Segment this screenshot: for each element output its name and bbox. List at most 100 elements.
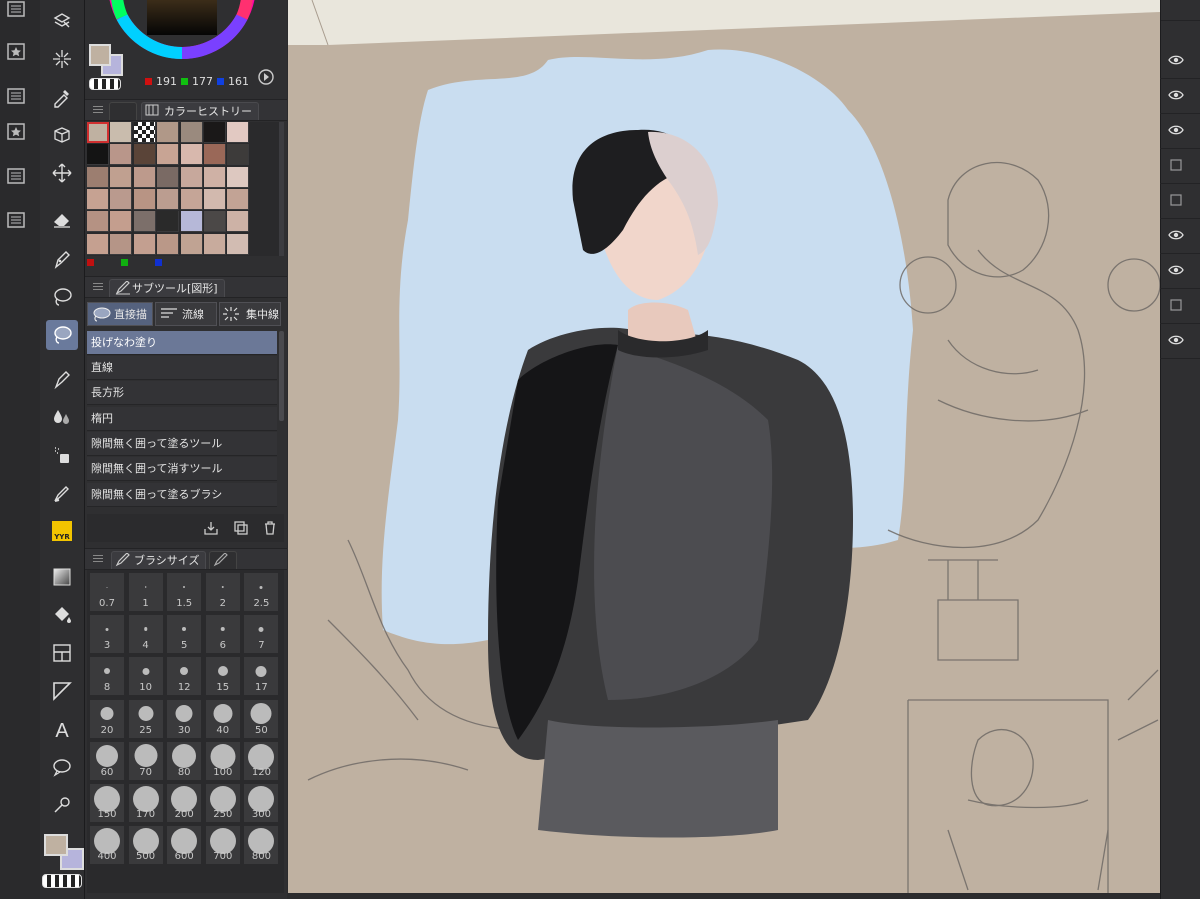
color-history-swatch[interactable] [180,144,203,166]
layer-row[interactable] [1160,44,1200,79]
brush-size-option[interactable]: 12 [166,656,203,697]
brush-size-option[interactable]: 700 [204,825,241,866]
layer-row[interactable] [1160,254,1200,289]
gradient-tool[interactable] [46,562,78,592]
brush-size-option[interactable]: 200 [166,783,203,823]
brush-size-option[interactable]: 600 [166,825,203,866]
color-history-swatch[interactable] [133,144,156,166]
brush-size-option[interactable]: 25 [127,698,164,739]
color-history-swatch[interactable] [204,144,226,166]
grid-panel-icon[interactable] [6,0,26,20]
brush-size-option[interactable]: 40 [204,698,241,739]
brush-size-option[interactable]: 80 [166,740,203,781]
lasso-tool[interactable] [46,282,78,312]
brush-size-option[interactable]: 20 [89,698,125,739]
color-history-swatch[interactable] [87,188,109,210]
brush-size-option[interactable]: 70 [127,740,164,781]
color-set-tab[interactable] [109,102,137,120]
color-history-swatch[interactable] [87,233,109,255]
subtool-import-icon[interactable] [203,520,219,536]
brush-size-option[interactable]: 4 [127,614,164,655]
brush-size-option[interactable]: 0.7 [89,572,125,612]
color-history-swatch[interactable] [133,166,156,188]
color-history-swatch[interactable] [204,233,226,255]
brush-size-option[interactable]: 1 [127,572,164,612]
move-tool[interactable] [46,158,78,188]
blend-tool[interactable] [46,402,78,432]
brush-size-option[interactable]: 120 [243,740,280,781]
color-history-swatch[interactable] [87,211,109,233]
pen-tool[interactable] [46,244,78,274]
panel-grip-icon[interactable] [93,553,103,563]
brush-size-option[interactable]: 60 [89,740,125,781]
subtool-item-lasso-fill[interactable]: 投げなわ塗り [87,331,277,355]
brush-size-option[interactable]: 3 [89,614,125,655]
layer-row[interactable] [1160,219,1200,254]
lasso-fill-tool[interactable] [46,320,78,350]
color-wheel[interactable] [107,0,257,70]
panel-grip-icon[interactable] [93,104,103,114]
subtool-duplicate-icon[interactable] [233,520,249,536]
fill-tool[interactable] [46,600,78,630]
brush-size-option[interactable]: 800 [243,825,280,866]
wheel-color-chips[interactable] [89,44,123,76]
custom-tool-yyr[interactable]: YYR [46,516,78,546]
main-sub-color-chips[interactable] [42,832,84,870]
layer-row[interactable] [1160,114,1200,149]
color-history-swatch[interactable] [204,188,226,210]
brush-size-option[interactable]: 150 [89,783,125,823]
color-history-swatch[interactable] [204,211,226,233]
color-history-swatch[interactable] [133,233,156,255]
main-color-chip[interactable] [89,44,111,66]
transparent-color-chip[interactable] [89,78,121,90]
color-history-swatch[interactable] [157,122,180,143]
color-history-swatch[interactable] [87,166,109,188]
brush-size-option[interactable]: 8 [89,656,125,697]
subtool-item-line[interactable]: 直線 [87,356,277,380]
brush-size-option[interactable]: 17 [243,656,280,697]
subtool-item-enclose-erase[interactable]: 隙間無く囲って消すツール [87,457,277,481]
eye-visibility-icon[interactable] [1168,124,1184,136]
grid-panel-icon[interactable] [6,167,26,187]
object-tool[interactable] [46,120,78,150]
balloon-tool[interactable] [46,752,78,782]
color-history-swatch[interactable] [133,188,156,210]
color-history-swatch[interactable] [180,211,203,233]
eye-visibility-icon[interactable] [1168,264,1184,276]
hidden-checkbox-icon[interactable] [1170,159,1182,171]
brush-size-option[interactable]: 30 [166,698,203,739]
brush-size-option[interactable]: 1.5 [166,572,203,612]
subtool-scrollbar[interactable] [279,331,284,421]
airbrush-tool[interactable] [46,440,78,470]
color-history-swatch[interactable] [157,211,180,233]
panel-grip-icon[interactable] [93,281,103,291]
color-history-swatch[interactable] [157,166,180,188]
eye-visibility-icon[interactable] [1168,89,1184,101]
color-settings-icon[interactable] [257,68,275,86]
ruler-tool[interactable] [46,676,78,706]
subtool-item-ellipse[interactable]: 楕円 [87,407,277,431]
eye-visibility-icon[interactable] [1168,229,1184,241]
color-history-swatch[interactable] [204,166,226,188]
brush-size-option[interactable]: 50 [243,698,280,739]
brush-size-option[interactable]: 10 [127,656,164,697]
color-history-swatch[interactable] [227,122,250,143]
subtool-item-enclose-fill[interactable]: 隙間無く囲って塗るツール [87,432,277,456]
brush-size-option[interactable]: 2.5 [243,572,280,612]
hidden-checkbox-icon[interactable] [1170,299,1182,311]
color-history-swatch[interactable] [180,166,203,188]
brush-tool[interactable] [46,364,78,394]
brush-size-option[interactable]: 400 [89,825,125,866]
brush-size-option[interactable]: 6 [204,614,241,655]
correction-tool[interactable] [46,790,78,820]
brush-size-option[interactable]: 250 [204,783,241,823]
favorite-panel-icon[interactable] [6,42,26,62]
layer-row[interactable] [1160,79,1200,114]
color-history-swatch[interactable] [87,144,109,166]
frame-tool[interactable] [46,638,78,668]
color-history-swatch[interactable] [157,144,180,166]
color-history-swatch[interactable] [110,233,133,255]
decoration-tool[interactable] [46,478,78,508]
favorite-panel-icon[interactable] [6,122,26,142]
color-history-swatch[interactable] [157,188,180,210]
